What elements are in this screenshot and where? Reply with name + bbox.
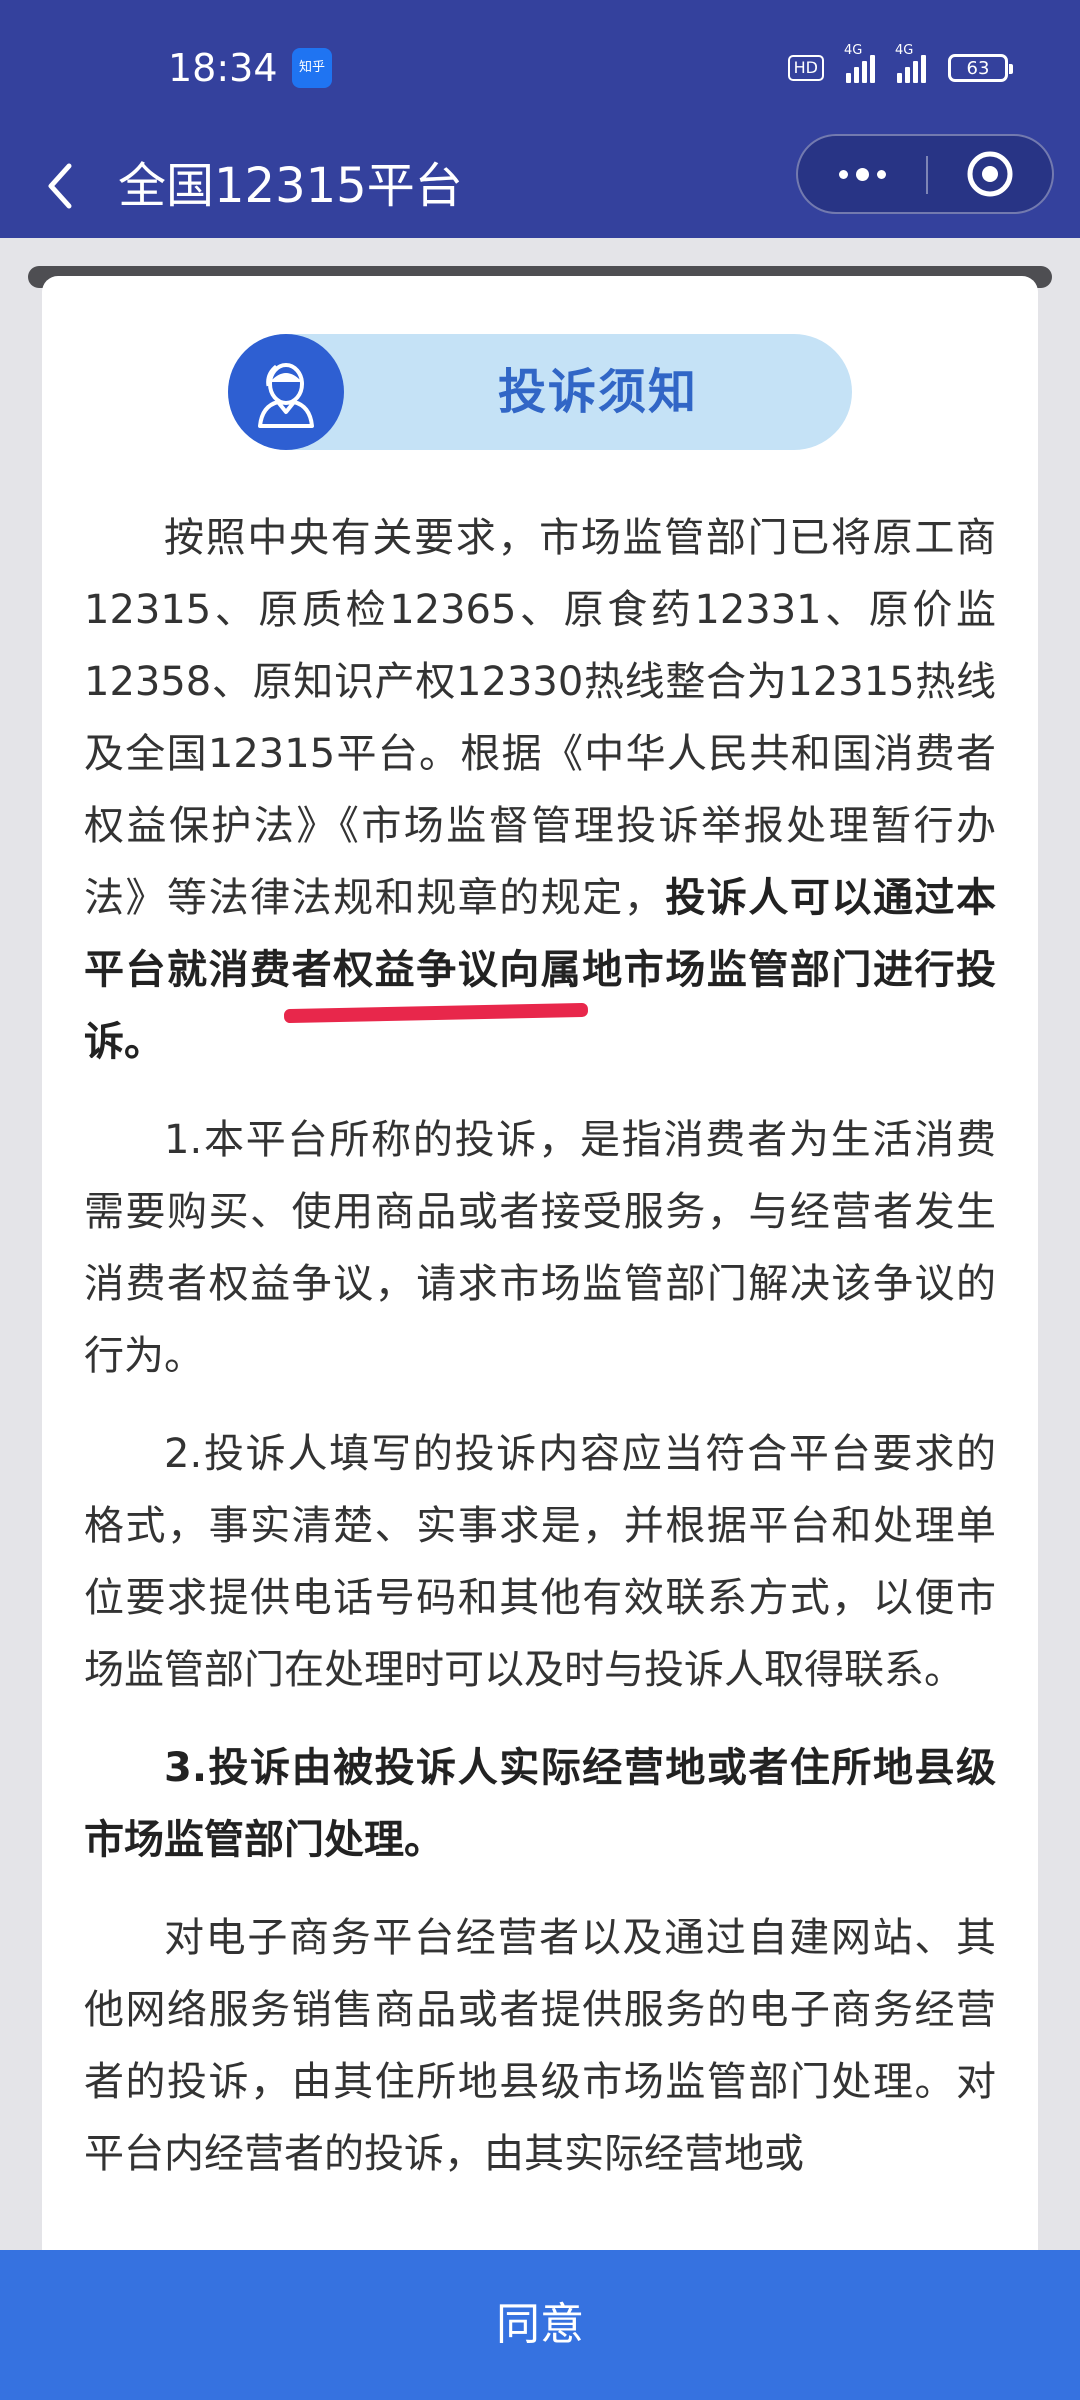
notice-header-pill: 投诉须知: [228, 334, 852, 450]
more-button[interactable]: [798, 136, 926, 212]
paragraph-2: 2.投诉人填写的投诉内容应当符合平台要求的格式，事实清楚、实事求是，并根据平台和…: [84, 1431, 996, 1693]
nav-header: 全国12315平台: [0, 134, 1080, 238]
agree-button[interactable]: 同意: [0, 2250, 1080, 2400]
customer-service-icon: [258, 363, 314, 428]
status-time: 18:34: [168, 46, 278, 90]
back-button[interactable]: [32, 148, 88, 224]
back-arrow-icon: [48, 163, 72, 209]
battery-icon: 63: [948, 54, 1013, 82]
signal-label-2: 4G: [895, 43, 914, 58]
hd-icon: HD: [787, 55, 824, 81]
page-title: 全国12315平台: [118, 158, 463, 214]
close-target-icon: [967, 151, 1013, 197]
notice-card: 投诉须知 按照中央有关要求，市场监管部门已将原工商12315、原质检12365、…: [42, 276, 1038, 2400]
paragraph-4: 对电子商务平台经营者以及通过自建网站、其他网络服务销售商品或者提供服务的电子商务…: [84, 1915, 996, 2177]
customer-service-avatar: [228, 334, 344, 450]
close-button[interactable]: [928, 136, 1052, 212]
more-dots-icon: [838, 167, 886, 181]
status-icons: HD 4G 4G 63: [787, 43, 1013, 90]
miniprogram-capsule: [796, 134, 1054, 214]
battery-level: 63: [966, 57, 990, 79]
signal-icon: 4G: [844, 43, 875, 83]
agree-bar: 同意: [0, 2250, 1080, 2400]
intro-text: 按照中央有关要求，市场监管部门已将原工商12315、原质检12365、原食药12…: [84, 515, 996, 921]
notice-content: 按照中央有关要求，市场监管部门已将原工商12315、原质检12365、原食药12…: [84, 502, 996, 2216]
signal-icon-2: 4G: [895, 43, 926, 83]
notice-title: 投诉须知: [497, 364, 698, 420]
signal-label: 4G: [844, 43, 863, 58]
paragraph-1: 1.本平台所称的投诉，是指消费者为生活消费需要购买、使用商品或者接受服务，与经营…: [84, 1117, 996, 1379]
zhihu-app-icon: 知乎: [292, 48, 332, 88]
status-bar: 18:34 知乎 HD 4G 4G 63: [0, 0, 1080, 134]
app-badge-label: 知乎: [298, 60, 325, 75]
paragraph-intro: 按照中央有关要求，市场监管部门已将原工商12315、原质检12365、原食药12…: [84, 502, 996, 1078]
paragraph-3: 3.投诉由被投诉人实际经营地或者住所地县级市场监管部门处理。: [84, 1745, 996, 1863]
